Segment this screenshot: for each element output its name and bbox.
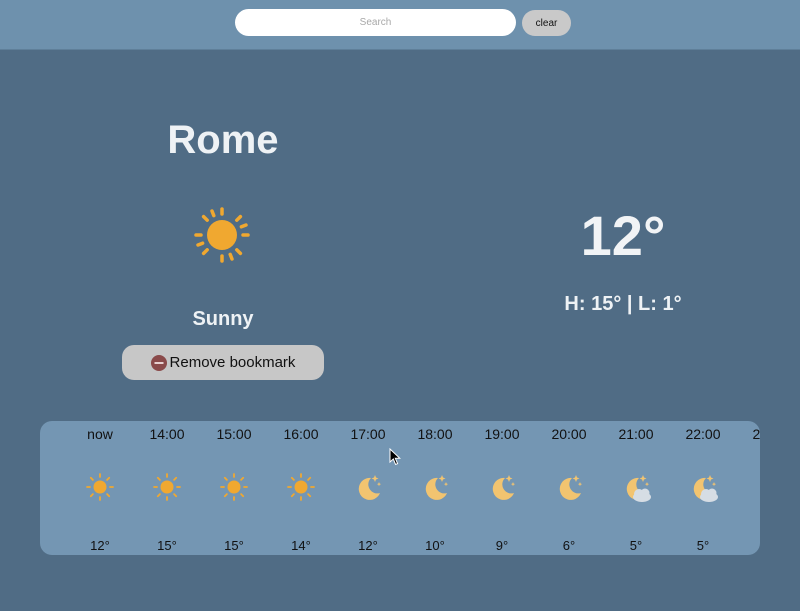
moon-cloud-icon [687, 471, 719, 503]
hourly-time: now [87, 426, 113, 442]
hourly-time: 23:00 [752, 426, 760, 442]
moon-icon [486, 471, 518, 503]
remove-bookmark-button[interactable]: Remove bookmark [122, 345, 324, 380]
hourly-temperature: 12° [90, 538, 110, 553]
hourly-item: 19:00 9° [469, 421, 535, 555]
sun-icon [285, 471, 317, 503]
hourly-time: 21:00 [618, 426, 654, 442]
remove-bookmark-label: Remove bookmark [169, 354, 296, 371]
current-temperature: 12° [580, 204, 666, 267]
hourly-time: 16:00 [283, 426, 319, 442]
hourly-temperature: 9° [495, 538, 509, 553]
condition-label: Sunny [192, 308, 254, 330]
high-low-temperature: H: 15° | L: 1° [564, 293, 682, 315]
hourly-item: 16:00 14° [268, 421, 334, 555]
hourly-time: 20:00 [551, 426, 587, 442]
hourly-temperature: 15° [224, 538, 244, 553]
hourly-temperature: 15° [157, 538, 177, 553]
sun-icon [194, 207, 250, 263]
hourly-item: 21:00 5° [603, 421, 669, 555]
hourly-temperature: 5° [737, 538, 760, 553]
minus-circle-icon [150, 354, 167, 371]
hourly-temperature: 10° [425, 538, 445, 553]
hourly-item: 15:00 15° [201, 421, 267, 555]
hourly-time: 22:00 [685, 426, 721, 442]
sun-icon [84, 471, 116, 503]
hourly-temperature: 14° [291, 538, 311, 553]
top-bar: clear [0, 0, 800, 50]
hourly-temperature: 5° [696, 538, 710, 553]
hourly-item: 18:00 10° [402, 421, 468, 555]
hourly-item: 17:00 12° [335, 421, 401, 555]
city-name: Rome [167, 118, 279, 162]
hourly-item: 22:00 5° [670, 421, 736, 555]
mouse-cursor-icon [389, 448, 401, 466]
hourly-time: 15:00 [216, 426, 252, 442]
hourly-item: 14:00 15° [134, 421, 200, 555]
moon-cloud-icon [754, 471, 760, 503]
sun-icon [218, 471, 250, 503]
moon-icon [419, 471, 451, 503]
hourly-time: 18:00 [417, 426, 453, 442]
hourly-forecast[interactable]: now 12° 14:00 15° 15:00 15° 16:00 14° 17:00 12° 18… [40, 421, 760, 555]
moon-cloud-icon [620, 471, 652, 503]
hourly-time: 14:00 [149, 426, 185, 442]
moon-icon [553, 471, 585, 503]
clear-button[interactable]: clear [522, 10, 571, 36]
hourly-temperature: 6° [562, 538, 576, 553]
search-input[interactable] [235, 9, 516, 36]
hourly-item: 20:00 6° [536, 421, 602, 555]
hourly-time: 19:00 [484, 426, 520, 442]
sun-icon [151, 471, 183, 503]
hourly-item: 23:00 5° [737, 421, 760, 555]
hourly-item: now 12° [67, 421, 133, 555]
hourly-time: 17:00 [350, 426, 386, 442]
hourly-temperature: 12° [358, 538, 378, 553]
hourly-temperature: 5° [629, 538, 643, 553]
moon-icon [352, 471, 384, 503]
